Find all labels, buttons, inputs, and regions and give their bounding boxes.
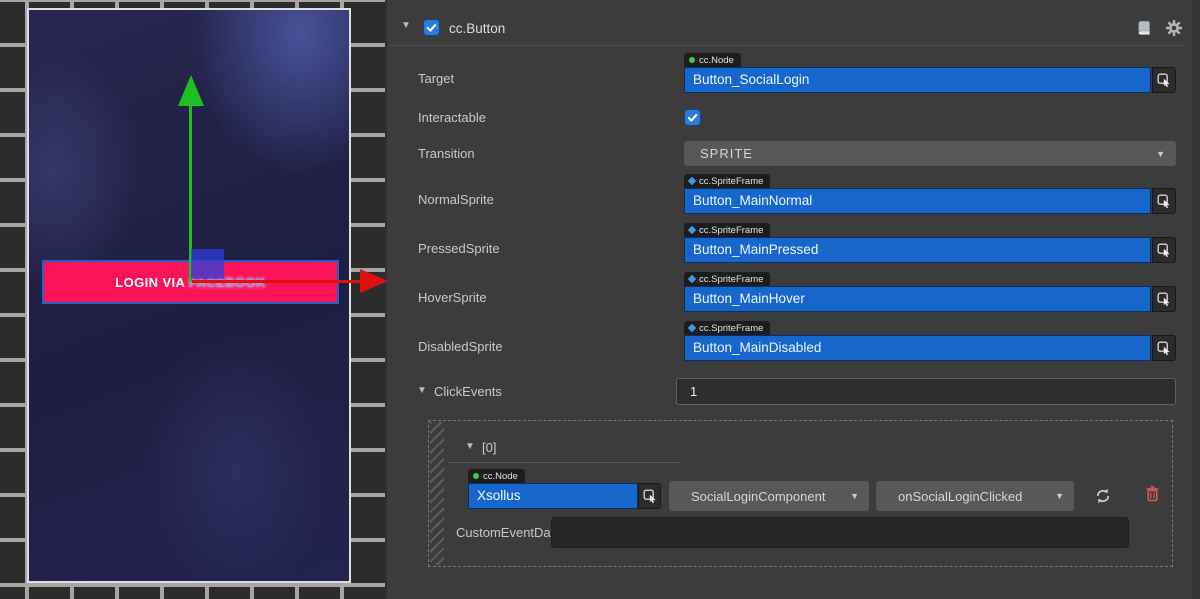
event0-handler-dropdown[interactable]: onSocialLoginClicked ▼ [876, 481, 1074, 511]
gear-icon [1165, 19, 1183, 37]
panel-hatch-decoration [430, 422, 444, 565]
node-picker-icon [1157, 243, 1171, 257]
header-divider [389, 45, 1184, 46]
node-picker-icon [643, 489, 657, 503]
refresh-icon [1094, 487, 1112, 505]
custom-event-data-label: CustomEventData [456, 525, 562, 540]
check-icon [425, 21, 438, 34]
pressed-sprite-object-field[interactable]: Button_MainPressed [684, 237, 1151, 263]
disabled-sprite-picker-button[interactable] [1152, 335, 1176, 361]
disabled-sprite-type-tag: cc.SpriteFrame [684, 321, 770, 335]
pressed-sprite-picker-button[interactable] [1152, 237, 1176, 263]
event0-delete-button[interactable] [1144, 484, 1161, 502]
event0-index-label: [0] [482, 440, 496, 455]
target-picker-button[interactable] [1152, 67, 1176, 93]
clickevents-count-field[interactable]: 1 [676, 378, 1176, 405]
spriteframe-type-diamond-icon [688, 226, 696, 234]
spriteframe-type-diamond-icon [688, 177, 696, 185]
gizmo-x-axis[interactable] [192, 280, 360, 283]
clickevent-item-panel: ▼ [0] cc.Node Xsollus SocialLoginCompone… [428, 420, 1173, 567]
event0-divider [449, 462, 679, 463]
pressed-sprite-type-tag: cc.SpriteFrame [684, 223, 770, 237]
component-title: cc.Button [449, 20, 505, 37]
trash-icon [1145, 485, 1160, 502]
gizmo-y-arrowhead[interactable] [178, 75, 204, 106]
scene-view[interactable]: LOGIN VIA FACEBOOK [0, 0, 385, 599]
interactable-checkbox[interactable] [684, 109, 701, 126]
component-enabled-checkbox[interactable] [423, 19, 440, 36]
book-icon [1135, 20, 1153, 36]
transition-label: Transition [418, 146, 475, 161]
node-picker-icon [1157, 194, 1171, 208]
transition-dropdown[interactable]: SPRITE ▼ [684, 141, 1176, 166]
hover-sprite-object-field[interactable]: Button_MainHover [684, 286, 1151, 312]
disabled-sprite-object-field[interactable]: Button_MainDisabled [684, 335, 1151, 361]
event0-node-object-field[interactable]: Xsollus [468, 483, 638, 509]
check-icon [686, 111, 699, 124]
normal-sprite-object-field[interactable]: Button_MainNormal [684, 188, 1151, 214]
event0-node-picker-button[interactable] [638, 483, 661, 509]
event0-collapse-icon[interactable]: ▼ [465, 442, 475, 452]
event0-refresh-button[interactable] [1093, 486, 1113, 506]
pressed-sprite-label: PressedSprite [418, 241, 500, 256]
spriteframe-type-diamond-icon [688, 324, 696, 332]
node-type-dot-icon [473, 473, 479, 479]
normal-sprite-type-tag: cc.SpriteFrame [684, 174, 770, 188]
hover-sprite-picker-button[interactable] [1152, 286, 1176, 312]
interactable-label: Interactable [418, 110, 486, 125]
target-label: Target [418, 71, 454, 86]
scrollbar-track[interactable] [1192, 0, 1200, 599]
target-type-tag: cc.Node [684, 53, 741, 67]
node-picker-icon [1157, 341, 1171, 355]
normal-sprite-picker-button[interactable] [1152, 188, 1176, 214]
panel-divider[interactable] [385, 0, 387, 599]
custom-event-data-input[interactable] [551, 517, 1129, 548]
clickevents-collapse-icon[interactable]: ▼ [417, 386, 427, 396]
event0-component-dropdown[interactable]: SocialLoginComponent ▼ [669, 481, 869, 511]
settings-button[interactable] [1165, 19, 1183, 37]
node-type-dot-icon [689, 57, 695, 63]
disabled-sprite-label: DisabledSprite [418, 339, 503, 354]
chevron-down-icon: ▼ [1156, 149, 1166, 159]
clickevents-label: ClickEvents [434, 384, 502, 399]
component-collapse-icon[interactable]: ▼ [401, 21, 411, 31]
hover-sprite-label: HoverSprite [418, 290, 487, 305]
spriteframe-type-diamond-icon [688, 275, 696, 283]
event0-node-type-tag: cc.Node [468, 469, 525, 483]
chevron-down-icon: ▼ [1055, 491, 1064, 501]
target-object-field[interactable]: Button_SocialLogin [684, 67, 1151, 93]
gizmo-move-handle[interactable] [191, 249, 224, 279]
normal-sprite-label: NormalSprite [418, 192, 494, 207]
node-picker-icon [1157, 292, 1171, 306]
node-picker-icon [1157, 73, 1171, 87]
help-docs-button[interactable] [1135, 20, 1153, 36]
editor-window: LOGIN VIA FACEBOOK ▼ cc.Button [0, 0, 1200, 599]
design-canvas[interactable]: LOGIN VIA FACEBOOK [27, 8, 351, 583]
chevron-down-icon: ▼ [850, 491, 859, 501]
hover-sprite-type-tag: cc.SpriteFrame [684, 272, 770, 286]
gizmo-x-arrowhead[interactable] [360, 269, 388, 293]
